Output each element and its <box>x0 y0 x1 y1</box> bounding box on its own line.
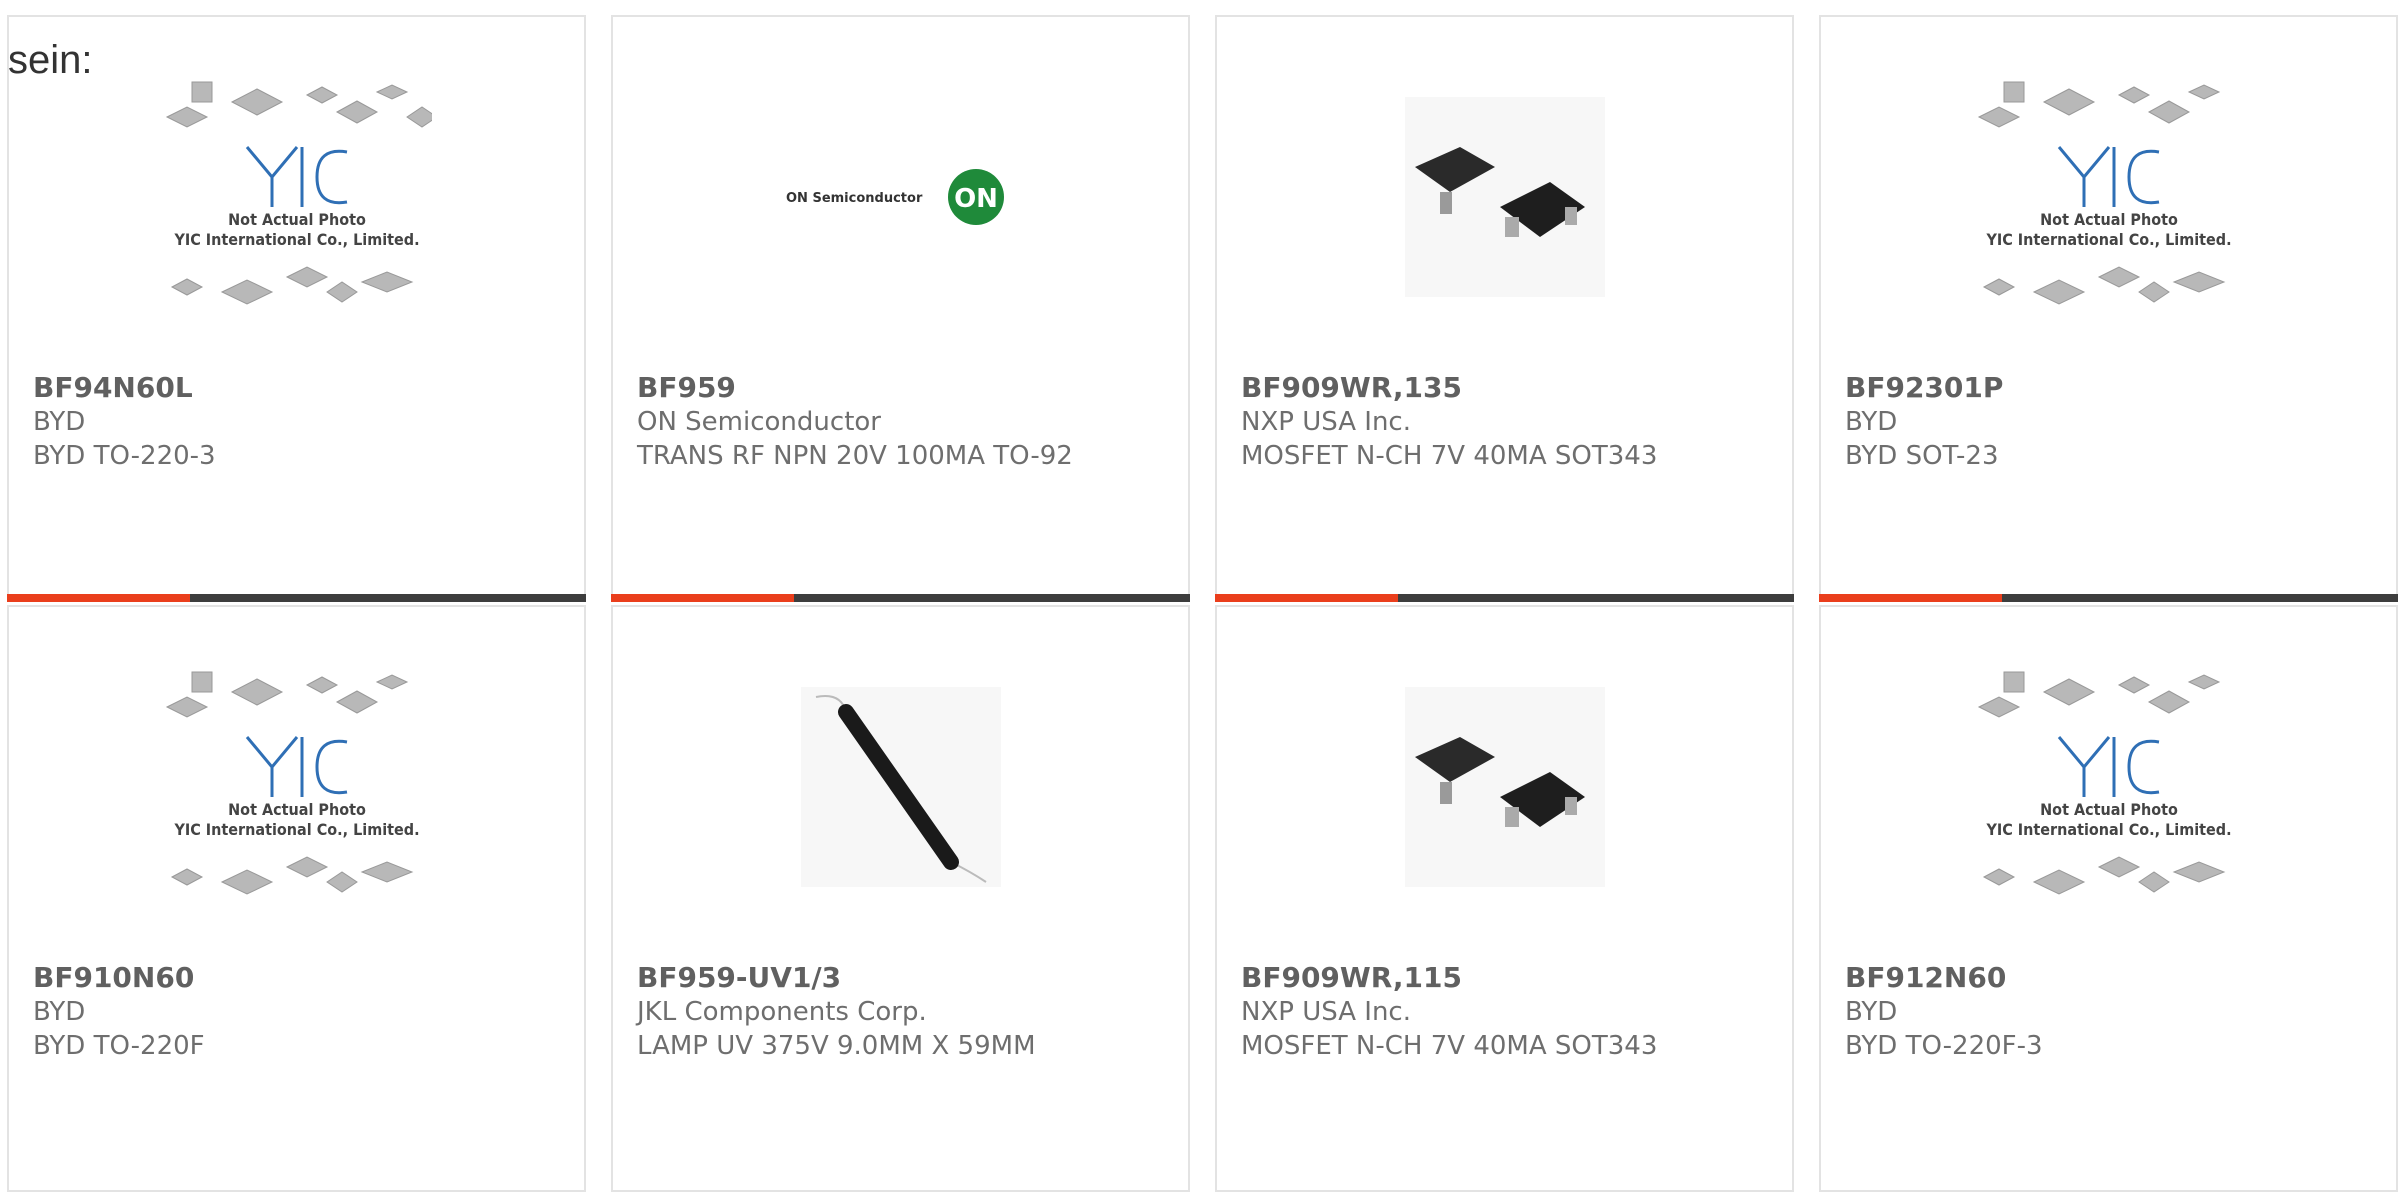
svg-text:YIC International Co., Limited: YIC International Co., Limited. <box>1985 820 2231 839</box>
card-bottom-bar <box>7 594 586 602</box>
card-bottom-bar <box>611 594 1190 602</box>
part-number[interactable]: BF909WR,135 <box>1241 371 1772 405</box>
yic-placeholder-image: Not Actual Photo YIC International Co., … <box>165 671 419 895</box>
svg-text:Not Actual Photo: Not Actual Photo <box>228 800 366 819</box>
manufacturer: BYD <box>33 997 86 1027</box>
sot343-photo <box>1404 97 1605 297</box>
product-card[interactable]: Not Actual Photo YIC International Co., … <box>1819 15 2398 602</box>
manufacturer: NXP USA Inc. <box>1241 997 1411 1027</box>
svg-text:Not Actual Photo: Not Actual Photo <box>2040 210 2178 229</box>
product-card[interactable]: Not Actual Photo YIC International Co., … <box>1819 605 2398 1192</box>
part-number[interactable]: BF909WR,115 <box>1241 961 1772 995</box>
product-card[interactable]: Not Actual Photo YIC International Co., … <box>7 15 586 602</box>
product-image[interactable] <box>613 662 1188 912</box>
manufacturer: JKL Components Corp. <box>637 997 927 1027</box>
product-card[interactable]: Not Actual Photo YIC International Co., … <box>7 605 586 1192</box>
svg-text:YIC International Co., Limited: YIC International Co., Limited. <box>173 820 419 839</box>
description: BYD SOT-23 <box>1845 441 1999 471</box>
uv-lamp-photo <box>800 687 1001 887</box>
manufacturer: ON Semiconductor <box>637 407 881 437</box>
part-number[interactable]: BF92301P <box>1845 371 2376 405</box>
yic-placeholder-image: Not Actual Photo YIC International Co., … <box>1977 671 2231 895</box>
card-bottom-bar <box>1215 594 1794 602</box>
description: BYD TO-220F <box>33 1031 205 1061</box>
product-image[interactable]: Not Actual Photo YIC International Co., … <box>1821 662 2396 912</box>
product-card[interactable]: ON Semiconductor ON BF959 ON Semiconduct… <box>611 15 1190 602</box>
manufacturer: BYD <box>1845 997 1898 1027</box>
yic-placeholder-image: Not Actual Photo YIC International Co., … <box>165 81 432 305</box>
svg-text:ON: ON <box>954 184 998 214</box>
yic-placeholder-image: Not Actual Photo YIC International Co., … <box>1977 81 2231 305</box>
product-image[interactable]: Not Actual Photo YIC International Co., … <box>1821 72 2396 322</box>
description: MOSFET N-CH 7V 40MA SOT343 <box>1241 1031 1658 1061</box>
manufacturer: BYD <box>33 407 86 437</box>
sot343-photo <box>1404 687 1605 887</box>
description: TRANS RF NPN 20V 100MA TO-92 <box>637 441 1073 471</box>
product-card[interactable]: BF909WR,115 NXP USA Inc. MOSFET N-CH 7V … <box>1215 605 1794 1192</box>
svg-text:ON Semiconductor: ON Semiconductor <box>786 191 923 206</box>
on-semiconductor-logo: ON Semiconductor ON <box>786 169 1004 225</box>
description: BYD TO-220-3 <box>33 441 216 471</box>
description: LAMP UV 375V 9.0MM X 59MM <box>637 1031 1036 1061</box>
product-image[interactable]: ON Semiconductor ON <box>613 72 1188 322</box>
part-number[interactable]: BF912N60 <box>1845 961 2376 995</box>
svg-text:Not Actual Photo: Not Actual Photo <box>2040 800 2178 819</box>
svg-text:YIC International Co., Limited: YIC International Co., Limited. <box>173 230 419 249</box>
manufacturer: BYD <box>1845 407 1898 437</box>
manufacturer: NXP USA Inc. <box>1241 407 1411 437</box>
part-number[interactable]: BF94N60L <box>33 371 564 405</box>
product-image[interactable]: Not Actual Photo YIC International Co., … <box>9 662 584 912</box>
product-image[interactable] <box>1217 662 1792 912</box>
product-image[interactable]: Not Actual Photo YIC International Co., … <box>9 72 584 322</box>
svg-text:Not Actual Photo: Not Actual Photo <box>228 210 366 229</box>
svg-text:YIC International Co., Limited: YIC International Co., Limited. <box>1985 230 2231 249</box>
description: BYD TO-220F-3 <box>1845 1031 2043 1061</box>
description: MOSFET N-CH 7V 40MA SOT343 <box>1241 441 1658 471</box>
card-bottom-bar <box>1819 594 2398 602</box>
intro-text: sein: <box>8 38 93 82</box>
product-card[interactable]: BF909WR,135 NXP USA Inc. MOSFET N-CH 7V … <box>1215 15 1794 602</box>
part-number[interactable]: BF959 <box>637 371 1168 405</box>
product-card[interactable]: BF959-UV1/3 JKL Components Corp. LAMP UV… <box>611 605 1190 1192</box>
part-number[interactable]: BF959-UV1/3 <box>637 961 1168 995</box>
part-number[interactable]: BF910N60 <box>33 961 564 995</box>
product-image[interactable] <box>1217 72 1792 322</box>
